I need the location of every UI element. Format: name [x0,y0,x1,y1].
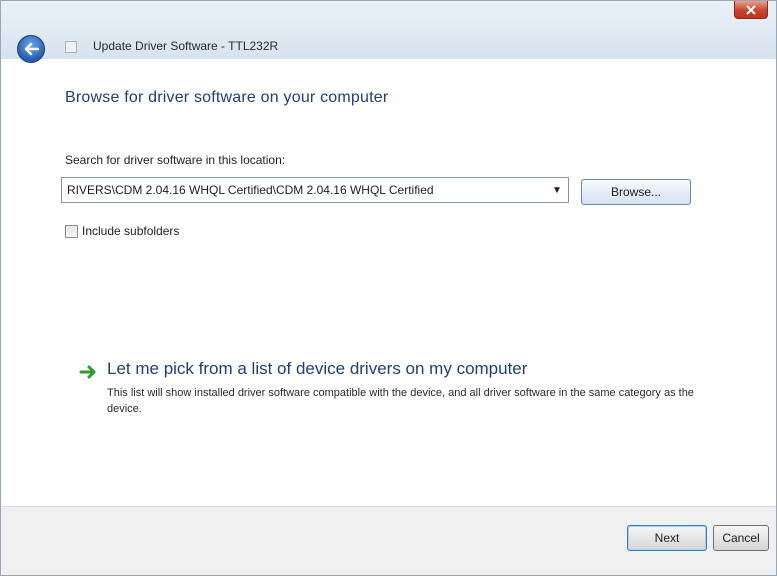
chevron-down-icon[interactable]: ▼ [546,185,568,196]
update-driver-window: Update Driver Software - TTL232R Browse … [0,0,777,576]
next-button[interactable]: Next [627,525,707,551]
driver-path-value[interactable]: RIVERS\CDM 2.04.16 WHQL Certified\CDM 2.… [62,183,546,197]
driver-path-combobox[interactable]: RIVERS\CDM 2.04.16 WHQL Certified\CDM 2.… [61,177,569,203]
browse-button[interactable]: Browse... [581,179,691,205]
include-subfolders-label[interactable]: Include subfolders [82,224,179,238]
close-button[interactable] [734,1,768,19]
close-icon [746,4,756,15]
dialog-footer: Next Cancel [1,506,776,575]
cancel-button[interactable]: Cancel [713,525,769,551]
title-bar: Update Driver Software - TTL232R [1,1,776,63]
window-title: Update Driver Software - TTL232R [93,39,279,53]
include-subfolders-checkbox[interactable] [65,224,78,238]
search-location-label: Search for driver software in this locat… [65,153,286,167]
include-subfolders-row[interactable]: Include subfolders [65,224,179,238]
green-arrow-icon [79,365,96,379]
pick-option-description: This list will show installed driver sof… [107,387,694,415]
back-arrow-icon [24,42,39,56]
page-heading: Browse for driver software on your compu… [65,89,389,106]
pick-option-title[interactable]: Let me pick from a list of device driver… [107,359,727,379]
pick-from-list-option[interactable]: Let me pick from a list of device driver… [79,359,727,417]
pick-option-text[interactable]: Let me pick from a list of device driver… [107,359,727,417]
dialog-content: Browse for driver software on your compu… [1,59,776,507]
device-icon [65,41,77,53]
